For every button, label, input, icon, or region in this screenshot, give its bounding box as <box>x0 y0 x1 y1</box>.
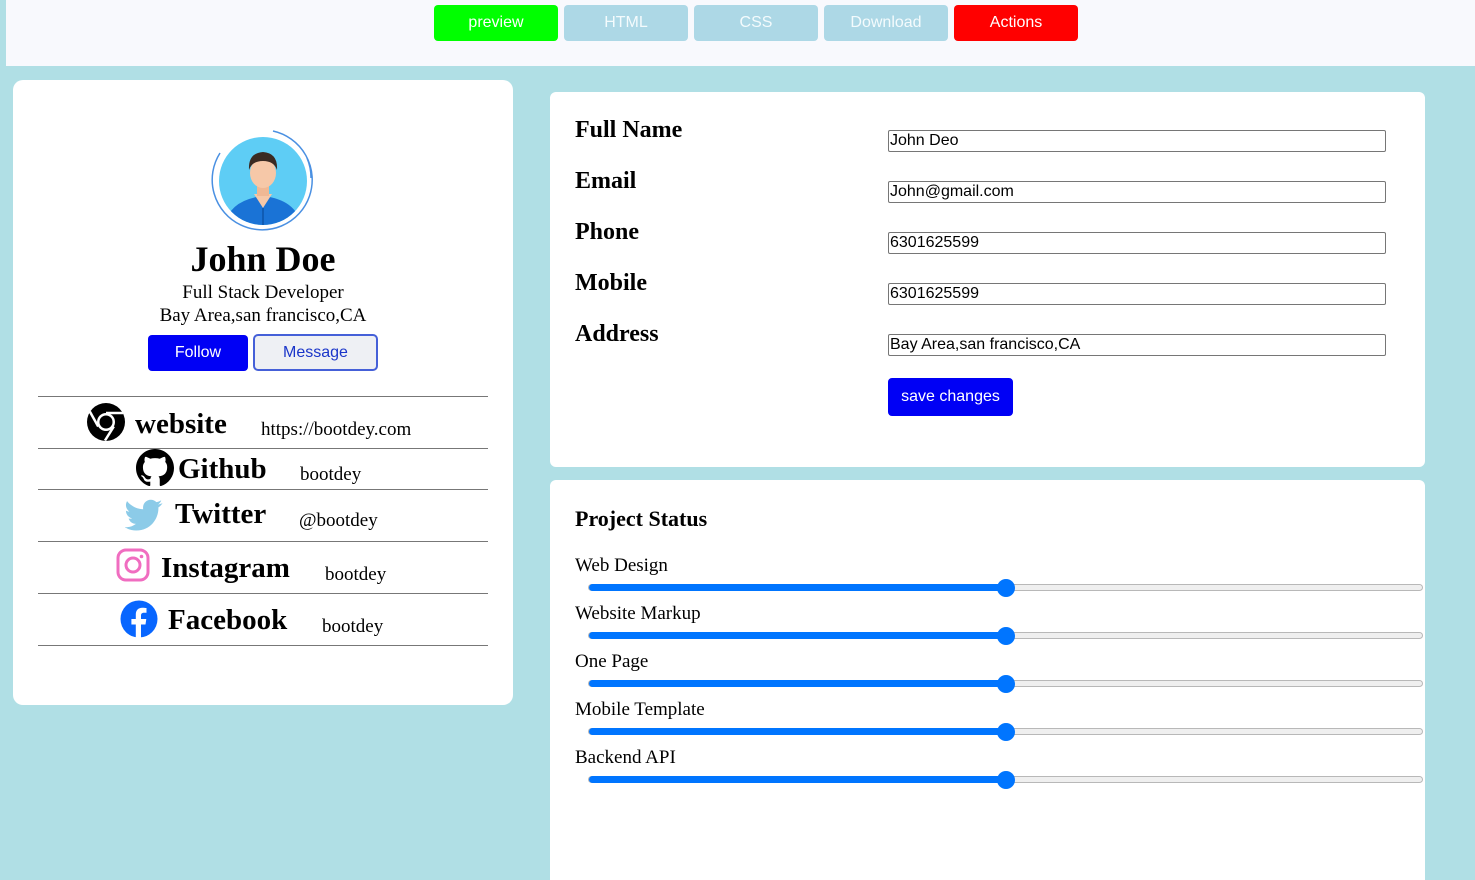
preview-button[interactable]: preview <box>434 5 558 41</box>
slider-thumb[interactable] <box>996 723 1015 741</box>
social-value: bootdey <box>325 564 387 585</box>
profile-name: John Doe <box>190 239 336 279</box>
progress-label: Mobile Template <box>575 699 705 720</box>
progress-fill <box>589 680 1006 687</box>
progress-slider-mobile-template[interactable] <box>588 723 1423 741</box>
social-row-instagram[interactable]: Instagram bootdey <box>38 542 488 592</box>
progress-label: Backend API <box>575 747 676 768</box>
progress-slider-one-page[interactable] <box>588 675 1423 693</box>
social-value: bootdey <box>322 616 384 637</box>
social-value: https://bootdey.com <box>261 419 412 440</box>
progress-fill <box>589 584 1006 591</box>
github-icon <box>136 449 174 487</box>
social-label: Twitter <box>175 498 267 530</box>
slider-thumb[interactable] <box>996 675 1015 693</box>
social-label: Facebook <box>168 604 288 636</box>
social-row-website[interactable]: website https://bootdey.com <box>38 400 488 450</box>
download-button[interactable]: Download <box>824 5 948 41</box>
html-button[interactable]: HTML <box>564 5 688 41</box>
progress-fill <box>589 632 1006 639</box>
social-value: @bootdey <box>299 510 378 531</box>
progress-fill <box>589 728 1006 735</box>
progress-slider-website-markup[interactable] <box>588 627 1423 645</box>
email-input[interactable] <box>888 181 1386 203</box>
project-status-card: Project Status Web Design Website Markup… <box>550 480 1425 880</box>
full-name-label: Full Name <box>575 117 683 143</box>
social-label: Github <box>178 453 267 485</box>
social-label: website <box>135 408 227 440</box>
phone-label: Phone <box>575 219 640 245</box>
project-status-title: Project Status <box>575 506 708 531</box>
twitter-icon <box>124 496 163 534</box>
email-label: Email <box>575 168 637 194</box>
actions-button[interactable]: Actions <box>954 5 1078 41</box>
message-button[interactable]: Message <box>253 334 378 371</box>
profile-role: Full Stack Developer <box>182 282 344 303</box>
progress-slider-web-design[interactable] <box>588 579 1423 597</box>
phone-input[interactable] <box>888 232 1386 254</box>
avatar <box>210 128 316 234</box>
mobile-label: Mobile <box>575 270 647 296</box>
slider-thumb[interactable] <box>996 579 1015 597</box>
divider <box>38 396 488 397</box>
progress-label: One Page <box>575 651 649 672</box>
mobile-input[interactable] <box>888 283 1386 305</box>
social-value: bootdey <box>300 464 362 485</box>
address-label: Address <box>575 321 659 347</box>
chrome-icon <box>87 403 125 442</box>
social-row-facebook[interactable]: Facebook bootdey <box>38 594 488 644</box>
divider <box>38 645 488 646</box>
facebook-icon <box>120 600 158 638</box>
progress-fill <box>589 776 1006 783</box>
progress-slider-backend-api[interactable] <box>588 771 1423 789</box>
instagram-icon <box>116 548 150 582</box>
slider-thumb[interactable] <box>996 771 1015 789</box>
save-changes-button[interactable]: save changes <box>888 378 1013 416</box>
profile-form-card: Full Name Email Phone Mobile Address sav… <box>550 92 1425 467</box>
follow-button[interactable]: Follow <box>148 335 248 371</box>
profile-card: John Doe Full Stack Developer Bay Area,s… <box>13 80 513 705</box>
full-name-input[interactable] <box>888 130 1386 152</box>
address-input[interactable] <box>888 334 1386 356</box>
progress-label: Web Design <box>575 555 668 576</box>
profile-location: Bay Area,san francisco,CA <box>159 305 367 326</box>
social-row-twitter[interactable]: Twitter @bootdey <box>38 490 488 540</box>
progress-label: Website Markup <box>575 603 701 624</box>
css-button[interactable]: CSS <box>694 5 818 41</box>
social-label: Instagram <box>161 552 290 584</box>
slider-thumb[interactable] <box>996 627 1015 645</box>
top-toolbar: preview HTML CSS Download Actions <box>6 0 1475 66</box>
